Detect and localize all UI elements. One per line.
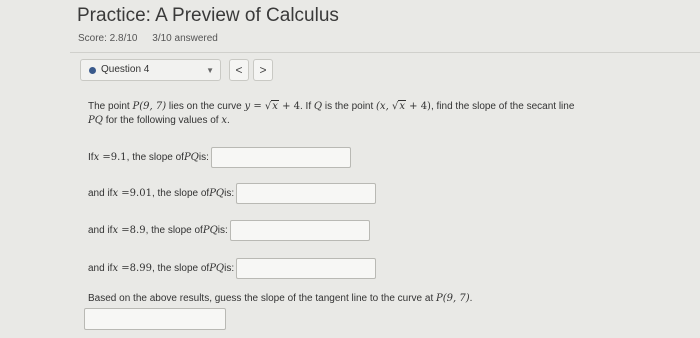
slope-row-1: If x = 9.1, the slope of PQ is: — [88, 147, 351, 168]
slope-row-2: and if x = 9.01, the slope of PQ is: — [88, 183, 377, 204]
q-coords-close: + 4) — [405, 101, 431, 112]
tangent-question: Based on the above results, guess the sl… — [88, 293, 472, 304]
tangent-question-text: Based on the above results, guess the sl… — [88, 293, 437, 304]
x-equals: x = — [112, 188, 130, 199]
row-suffix: , the slope of — [151, 263, 210, 274]
answered-text: 3/10 answered — [152, 33, 218, 44]
chevron-down-icon: ▼ — [206, 66, 214, 75]
point-p: P(9, 7) — [132, 101, 167, 112]
sqrt-arg: x — [398, 100, 406, 112]
score-text: Score: 2.8/10 — [78, 33, 138, 44]
x-value: 9.01 — [129, 188, 152, 199]
secant-pq: PQ — [183, 152, 199, 163]
page-title: Practice: A Preview of Calculus — [77, 5, 339, 26]
slope-answer-input[interactable] — [210, 147, 351, 168]
question-select-label: Question 4 — [101, 64, 150, 75]
x-value: 8.9 — [129, 225, 146, 236]
slope-row-4: and if x = 8.99, the slope of PQ is: — [88, 258, 377, 279]
problem-text: for the following values of — [102, 115, 222, 126]
secant-pq: PQ — [209, 188, 225, 199]
tangent-slope-input[interactable] — [84, 308, 226, 330]
question-status-dot-icon — [89, 67, 96, 74]
row-prefix: and if — [88, 263, 113, 274]
x-equals: x = — [112, 225, 130, 236]
prev-question-button[interactable]: < — [229, 59, 249, 81]
slope-answer-input[interactable] — [229, 220, 370, 241]
slope-row-3: and if x = 8.9, the slope of PQ is: — [88, 220, 370, 241]
row-prefix: and if — [88, 225, 113, 236]
row-suffix: , the slope of — [145, 225, 203, 236]
plus-four: + 4 — [278, 101, 300, 112]
row-suffix: , the slope of — [126, 152, 184, 163]
secant-pq: PQ — [88, 115, 103, 126]
problem-text: The point — [88, 101, 133, 112]
row-end: is: — [224, 188, 235, 199]
secant-pq: PQ — [209, 263, 225, 274]
row-end: is: — [224, 263, 235, 274]
row-end: is: — [217, 225, 228, 236]
row-suffix: , the slope of — [151, 188, 210, 199]
slope-answer-input[interactable] — [236, 258, 377, 279]
q-coords-open: (x, — [376, 101, 392, 112]
row-prefix: and if — [88, 188, 113, 199]
x-value: 9.1 — [110, 152, 127, 163]
x-value: 8.99 — [129, 263, 152, 274]
equation-y: y = — [244, 101, 265, 112]
problem-statement: The point P(9, 7) lies on the curve y = … — [88, 100, 588, 128]
question-select[interactable]: Question 4 ▼ — [80, 59, 221, 81]
next-question-button[interactable]: > — [253, 59, 273, 81]
score-row: Score: 2.8/10 3/10 answered — [78, 33, 230, 44]
point-q: Q — [313, 101, 323, 112]
x-equals: x = — [112, 263, 130, 274]
problem-text: . — [226, 115, 230, 126]
tangent-question-end: . — [469, 293, 473, 304]
problem-text: . If — [300, 101, 314, 112]
problem-text: lies on the curve — [166, 101, 245, 112]
row-end: is: — [198, 152, 209, 163]
secant-pq: PQ — [202, 225, 218, 236]
sqrt-arg: x — [271, 100, 279, 112]
x-equals: x = — [93, 152, 111, 163]
header-divider — [70, 52, 700, 53]
problem-text: , find the slope of the secant line — [430, 101, 575, 112]
problem-text: is the point — [322, 101, 377, 112]
point-p: P(9, 7) — [436, 293, 470, 304]
slope-answer-input[interactable] — [236, 183, 377, 204]
